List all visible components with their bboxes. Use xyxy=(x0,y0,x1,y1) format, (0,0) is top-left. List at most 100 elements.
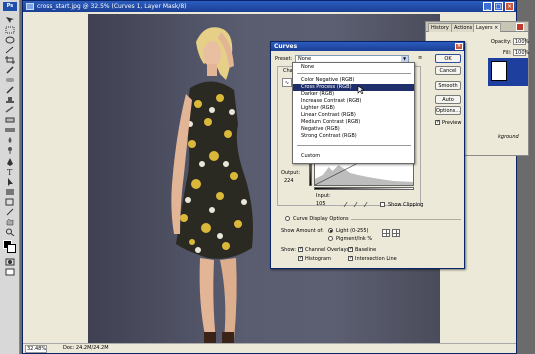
document-title-bar[interactable]: cross_start.jpg @ 32.5% (Curves 1, Layer… xyxy=(23,1,516,12)
tab-history[interactable]: History xyxy=(428,23,452,32)
background-layer-label[interactable]: kground xyxy=(498,134,519,140)
gray-point-eyedropper-icon[interactable]: ⁄ xyxy=(355,201,363,209)
zoom-tool-icon[interactable] xyxy=(4,228,16,237)
simple-grid-icon[interactable] xyxy=(382,229,390,237)
channel-overlays-checkbox[interactable]: ✓ xyxy=(298,247,303,252)
stamp-tool-icon[interactable] xyxy=(4,96,16,104)
layer-mask-thumbnail xyxy=(491,61,507,81)
dodge-tool-icon[interactable] xyxy=(4,146,16,154)
maximize-icon[interactable]: □ xyxy=(494,2,503,11)
white-point-eyedropper-icon[interactable]: ⁄ xyxy=(365,201,373,209)
display-options-toggle[interactable] xyxy=(285,216,290,221)
eraser-tool-icon[interactable] xyxy=(4,116,16,124)
preset-option-negative[interactable]: Negative (RGB) xyxy=(293,126,414,133)
preset-option-medium-contrast[interactable]: Medium Contrast (RGB) xyxy=(293,119,414,126)
document-title: cross_start.jpg @ 32.5% (Curves 1, Layer… xyxy=(37,3,187,10)
gradient-tool-icon[interactable] xyxy=(4,126,16,134)
brush-tool-icon[interactable] xyxy=(4,86,16,94)
fill-row: Fill: 100% xyxy=(503,49,529,56)
light-label: Light (0-255) xyxy=(336,228,369,234)
output-value[interactable]: 224 xyxy=(284,178,294,184)
preset-option-color-negative[interactable]: Color Negative (RGB) xyxy=(293,77,414,84)
preset-options-icon[interactable]: ≡ xyxy=(418,55,426,63)
tab-actions[interactable]: Actions xyxy=(451,23,476,32)
blur-tool-icon[interactable] xyxy=(4,136,16,144)
panel-menu-icon[interactable] xyxy=(516,23,524,31)
path-selection-tool-icon[interactable] xyxy=(4,178,16,186)
preset-option-lighter[interactable]: Lighter (RGB) xyxy=(293,105,414,112)
fill-field[interactable]: 100% xyxy=(513,49,529,56)
type-tool-icon[interactable]: T xyxy=(4,168,16,177)
preset-option-darker[interactable]: Darker (RGB) xyxy=(293,91,414,98)
opacity-field[interactable]: 100% xyxy=(513,38,529,45)
zoom-field[interactable]: 32.48% xyxy=(25,345,47,353)
eyedropper-sample-tool-icon[interactable] xyxy=(4,208,16,216)
quick-mask-icon[interactable] xyxy=(4,258,16,266)
crop-tool-icon[interactable] xyxy=(4,56,16,64)
cancel-button[interactable]: Cancel xyxy=(435,66,461,75)
screen-mode-icon[interactable] xyxy=(4,268,16,276)
preset-label: Preset: xyxy=(275,56,293,62)
input-label: Input: xyxy=(316,193,331,199)
close-icon[interactable]: × xyxy=(505,2,514,11)
preview-checkbox[interactable]: ✓ xyxy=(435,120,440,125)
intersection-line-checkbox[interactable]: ✓ xyxy=(348,256,353,261)
detailed-grid-icon[interactable] xyxy=(392,229,400,237)
opacity-row: Opacity: 100% xyxy=(491,38,529,45)
preset-option-custom[interactable]: Custom xyxy=(293,153,414,160)
show-label: Show: xyxy=(281,247,296,253)
input-gradient-bar xyxy=(314,187,414,190)
menu-separator xyxy=(297,73,411,74)
pigment-label: Pigment/Ink % xyxy=(336,236,373,242)
tab-layers[interactable]: Layers × xyxy=(473,23,502,32)
minimize-icon[interactable]: _ xyxy=(483,2,492,11)
notes-tool-icon[interactable] xyxy=(4,198,16,206)
histogram-checkbox[interactable]: ✓ xyxy=(298,256,303,261)
black-point-eyedropper-icon[interactable]: ⁄ xyxy=(345,201,353,209)
preview-label: Preview xyxy=(442,120,462,126)
magic-wand-tool-icon[interactable] xyxy=(4,46,16,54)
move-tool-icon[interactable] xyxy=(4,16,16,24)
pigment-radio[interactable] xyxy=(328,236,333,241)
preset-option-strong-contrast[interactable]: Strong Contrast (RGB) xyxy=(293,133,414,140)
auto-button[interactable]: Auto xyxy=(435,95,461,104)
curve-edit-tool-icon[interactable]: ∿ xyxy=(282,78,292,87)
tools-palette: Ps T xyxy=(0,0,20,354)
curves-title-bar[interactable]: Curves × xyxy=(271,42,464,51)
shape-tool-icon[interactable] xyxy=(4,188,16,196)
status-bar: 32.48% Doc: 24.2M/24.2M xyxy=(23,343,516,353)
preset-option-linear-contrast[interactable]: Linear Contrast (RGB) xyxy=(293,112,414,119)
hand-tool-icon[interactable] xyxy=(4,218,16,226)
light-radio[interactable] xyxy=(328,228,333,233)
marquee-tool-icon[interactable] xyxy=(4,26,16,34)
photoshop-logo: Ps xyxy=(3,2,17,11)
preset-option-increase-contrast[interactable]: Increase Contrast (RGB) xyxy=(293,98,414,105)
preset-dropdown-menu: None Color Negative (RGB) Cross Process … xyxy=(292,62,415,164)
pen-tool-icon[interactable] xyxy=(4,158,16,166)
channel-overlays-label: Channel Overlays xyxy=(305,247,350,253)
mouse-cursor-icon xyxy=(357,86,364,94)
baseline-label: Baseline xyxy=(355,247,377,253)
panel-tabs: History Actions Layers × xyxy=(426,22,528,32)
options-button[interactable]: Options... xyxy=(435,106,461,115)
histogram-label: Histogram xyxy=(305,256,331,262)
show-amount-label: Show Amount of: xyxy=(281,228,324,234)
history-brush-tool-icon[interactable] xyxy=(4,106,16,114)
document-icon xyxy=(26,3,34,10)
ok-button[interactable]: OK xyxy=(435,54,461,63)
lasso-tool-icon[interactable] xyxy=(4,36,16,44)
close-icon[interactable]: × xyxy=(455,43,463,50)
baseline-checkbox[interactable]: ✓ xyxy=(348,247,353,252)
smooth-button[interactable]: Smooth xyxy=(435,81,461,90)
fill-label: Fill: xyxy=(503,50,512,56)
healing-brush-tool-icon[interactable] xyxy=(4,76,16,84)
background-color-swatch[interactable] xyxy=(7,244,16,253)
show-clipping-checkbox[interactable] xyxy=(380,202,385,207)
preset-option-cross-process[interactable]: Cross Process (RGB) xyxy=(293,84,414,91)
menu-separator xyxy=(297,145,411,146)
intersection-line-label: Intersection Line xyxy=(355,256,397,262)
eyedropper-tool-icon[interactable] xyxy=(4,66,16,74)
layer-curves-selected[interactable] xyxy=(488,58,528,86)
preset-option-none[interactable]: None xyxy=(293,64,414,71)
input-value[interactable]: 105 xyxy=(316,201,326,207)
